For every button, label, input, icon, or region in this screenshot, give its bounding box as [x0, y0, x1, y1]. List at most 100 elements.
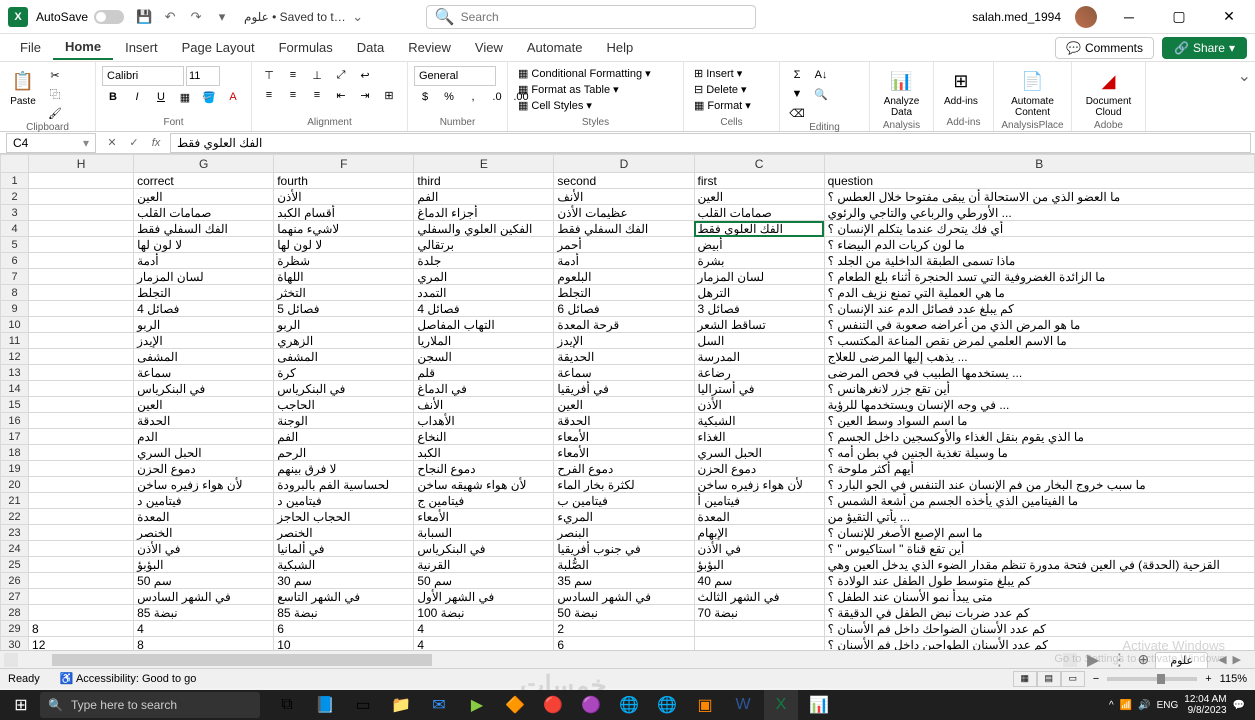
- cell[interactable]: الصُّلبة: [554, 557, 694, 573]
- cell[interactable]: المشفى: [274, 349, 414, 365]
- cell[interactable]: لحساسية الفم بالبرودة: [274, 477, 414, 493]
- find-icon[interactable]: 🔍: [810, 85, 832, 103]
- cell[interactable]: السجن: [414, 349, 554, 365]
- cell[interactable]: [29, 253, 134, 269]
- row-header[interactable]: 15: [1, 397, 29, 413]
- cell[interactable]: الزهري: [274, 333, 414, 349]
- cell[interactable]: ما الاسم العلمي لمرض نقص المناعة المكتسب…: [824, 333, 1254, 349]
- row-header[interactable]: 3: [1, 205, 29, 221]
- cell[interactable]: 8: [134, 637, 274, 651]
- row-header[interactable]: 20: [1, 477, 29, 493]
- cell[interactable]: ما هي العملية التي تمنع نزيف الدم ؟: [824, 285, 1254, 301]
- cell[interactable]: الفك السفلي فقط: [554, 221, 694, 237]
- taskbar-app-icon[interactable]: ▣: [688, 690, 722, 720]
- cell[interactable]: 12: [29, 637, 134, 651]
- cell[interactable]: يأتي التقيؤ من ...: [824, 509, 1254, 525]
- percent-icon[interactable]: %: [438, 88, 460, 106]
- name-box[interactable]: C4▾: [6, 133, 96, 153]
- conditional-formatting-button[interactable]: ▦ Conditional Formatting ▾: [514, 66, 655, 81]
- cell[interactable]: البلعوم: [554, 269, 694, 285]
- cell[interactable]: التجلط: [134, 285, 274, 301]
- row-header[interactable]: 27: [1, 589, 29, 605]
- cell[interactable]: في أستراليا: [694, 381, 824, 397]
- cell[interactable]: في الأذن: [134, 541, 274, 557]
- tab-formulas[interactable]: Formulas: [267, 36, 345, 59]
- align-bottom-icon[interactable]: ⊥: [306, 66, 328, 84]
- cell[interactable]: الحبل السري: [694, 445, 824, 461]
- cell[interactable]: 4 فصائل: [414, 301, 554, 317]
- cell[interactable]: سماعة: [554, 365, 694, 381]
- horizontal-scrollbar[interactable]: [22, 653, 1059, 667]
- language-indicator[interactable]: ENG: [1157, 700, 1179, 711]
- excel-taskbar-icon[interactable]: X: [764, 690, 798, 720]
- row-header[interactable]: 18: [1, 445, 29, 461]
- tab-data[interactable]: Data: [345, 36, 396, 59]
- share-button[interactable]: 🔗 Share ▾: [1162, 37, 1247, 59]
- sheet-tab[interactable]: علوم: [1155, 652, 1208, 668]
- cell[interactable]: ما الفيتامين الذي يأخذه الجسم من أشعة ال…: [824, 493, 1254, 509]
- row-header[interactable]: 8: [1, 285, 29, 301]
- chrome-icon[interactable]: 🌐: [612, 690, 646, 720]
- redo-icon[interactable]: ↷: [188, 9, 204, 25]
- cell[interactable]: [29, 205, 134, 221]
- cell[interactable]: رضاعة: [694, 365, 824, 381]
- clear-icon[interactable]: ⌫: [786, 104, 808, 122]
- cell[interactable]: الأنف: [414, 397, 554, 413]
- number-format-select[interactable]: [414, 66, 496, 86]
- avatar[interactable]: [1075, 6, 1097, 28]
- zoom-slider[interactable]: [1107, 677, 1197, 681]
- add-sheet-button[interactable]: ⊕: [1133, 651, 1153, 668]
- save-icon[interactable]: 💾: [136, 9, 152, 25]
- cell[interactable]: متى يبدأ نمو الأسنان عند الطفل ؟: [824, 589, 1254, 605]
- cell[interactable]: [29, 557, 134, 573]
- cell[interactable]: الإيدز: [134, 333, 274, 349]
- cell[interactable]: في البنكرياس: [274, 381, 414, 397]
- cell[interactable]: لا لون لها: [274, 237, 414, 253]
- format-as-table-button[interactable]: ▦ Format as Table ▾: [514, 82, 623, 97]
- cell[interactable]: في أفريقيا: [554, 381, 694, 397]
- cell[interactable]: [29, 605, 134, 621]
- cell[interactable]: لسان المزمار: [694, 269, 824, 285]
- tab-view[interactable]: View: [463, 36, 515, 59]
- cell[interactable]: يذهب إليها المرضى للعلاج ...: [824, 349, 1254, 365]
- row-header[interactable]: 10: [1, 317, 29, 333]
- cell[interactable]: لكثرة بخار الماء: [554, 477, 694, 493]
- autosave-toggle[interactable]: AutoSave: [36, 10, 124, 24]
- tab-insert[interactable]: Insert: [113, 36, 170, 59]
- cell[interactable]: ما الزائدة الغضروفية التي تسد الحنجرة أث…: [824, 269, 1254, 285]
- cell[interactable]: صمامات القلب: [134, 205, 274, 221]
- row-header[interactable]: 16: [1, 413, 29, 429]
- align-right-icon[interactable]: ≡: [306, 86, 328, 104]
- cell[interactable]: البؤبؤ: [694, 557, 824, 573]
- cell[interactable]: التخثر: [274, 285, 414, 301]
- cell[interactable]: في وجه الإنسان ويستخدمها للرؤية ...: [824, 397, 1254, 413]
- increase-indent-icon[interactable]: ⇥: [354, 86, 376, 104]
- row-header[interactable]: 19: [1, 461, 29, 477]
- cell[interactable]: [29, 317, 134, 333]
- cell[interactable]: [29, 349, 134, 365]
- cell[interactable]: الفك العلوي فقط: [694, 221, 824, 237]
- cell[interactable]: الأنف: [554, 189, 694, 205]
- align-middle-icon[interactable]: ≡: [282, 66, 304, 84]
- border-button[interactable]: ▦: [174, 88, 196, 106]
- cell[interactable]: القزحية (الحدقة) في العين فتحة مدورة تنظ…: [824, 557, 1254, 573]
- decrease-indent-icon[interactable]: ⇤: [330, 86, 352, 104]
- cell[interactable]: أجزاء الدماغ: [414, 205, 554, 221]
- cell[interactable]: بشرة: [694, 253, 824, 269]
- tab-page-layout[interactable]: Page Layout: [170, 36, 267, 59]
- cell[interactable]: 3 فصائل: [694, 301, 824, 317]
- cell[interactable]: [29, 573, 134, 589]
- fill-icon[interactable]: ▼: [786, 85, 808, 103]
- search-box[interactable]: 🔍: [426, 5, 756, 29]
- cell[interactable]: لأن هواء شهيقه ساخن: [414, 477, 554, 493]
- cell[interactable]: [29, 237, 134, 253]
- taskbar-clock[interactable]: 12:04 AM9/8/2023: [1184, 694, 1226, 716]
- cell[interactable]: الأهداب: [414, 413, 554, 429]
- cell[interactable]: في الشهر السادس: [134, 589, 274, 605]
- row-header[interactable]: 1: [1, 173, 29, 189]
- cell[interactable]: ما اسم الإصبع الأصغر للإنسان ؟: [824, 525, 1254, 541]
- autosum-icon[interactable]: Σ: [786, 66, 808, 84]
- col-header-H[interactable]: H: [29, 155, 134, 173]
- cell[interactable]: [29, 365, 134, 381]
- cell[interactable]: فيتامين أ: [694, 493, 824, 509]
